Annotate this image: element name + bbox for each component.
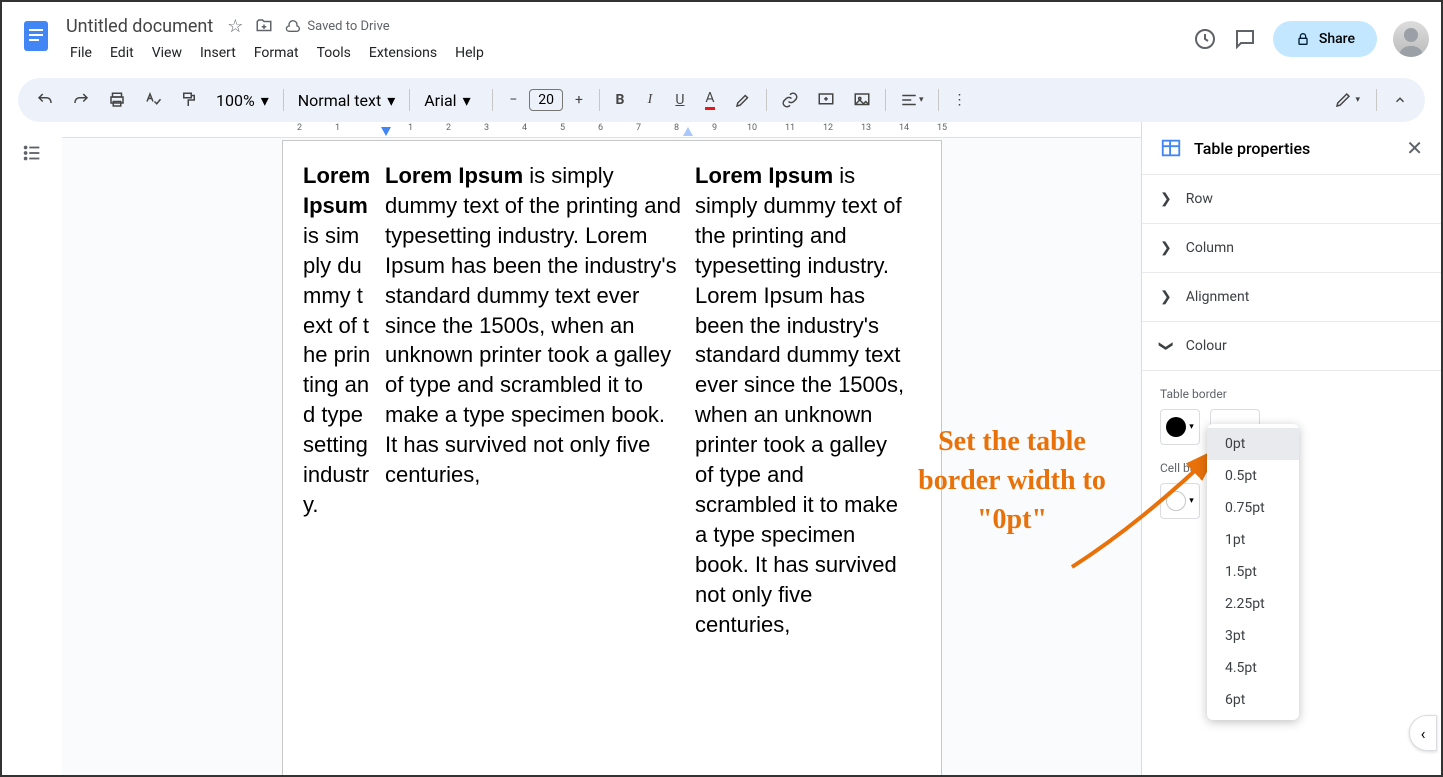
sidebar-title: Table properties	[1194, 139, 1310, 158]
table-border-label: Table border	[1160, 387, 1423, 401]
table-icon	[1160, 137, 1182, 159]
collapse-toolbar-button[interactable]	[1385, 87, 1415, 113]
undo-button[interactable]	[28, 85, 62, 115]
more-button[interactable]: ⋮	[945, 86, 975, 114]
chevron-down-icon: ❯	[1158, 340, 1174, 352]
document-table[interactable]: Lorem Ipsum is simply dummy text of the …	[303, 161, 921, 640]
chevron-down-icon: ▾	[261, 91, 269, 110]
outline-icon[interactable]	[21, 142, 43, 164]
menu-view[interactable]: View	[144, 41, 190, 65]
side-panel-toggle[interactable]: ‹	[1409, 715, 1437, 751]
font-size-decrease[interactable]: −	[499, 86, 527, 114]
insert-image-button[interactable]	[845, 85, 879, 115]
star-icon[interactable]: ☆	[227, 16, 243, 37]
move-icon[interactable]	[255, 17, 273, 35]
underline-button[interactable]: U	[666, 86, 694, 114]
app-header: Untitled document ☆ Saved to Drive File …	[2, 2, 1441, 70]
menu-insert[interactable]: Insert	[192, 41, 244, 65]
border-color-swatch[interactable]: ▾	[1160, 409, 1200, 445]
align-button[interactable]: ▾	[892, 85, 932, 115]
share-button[interactable]: Share	[1273, 21, 1377, 57]
menu-extensions[interactable]: Extensions	[361, 41, 445, 65]
document-page[interactable]: Lorem Ipsum is simply dummy text of the …	[282, 140, 942, 775]
border-width-option[interactable]: 0.5pt	[1207, 460, 1299, 492]
style-dropdown[interactable]: Normal text▾	[290, 87, 403, 114]
border-width-option[interactable]: 6pt	[1207, 684, 1299, 716]
text-color-button[interactable]: A	[696, 84, 724, 116]
menu-help[interactable]: Help	[447, 41, 492, 65]
print-button[interactable]	[100, 85, 134, 115]
chevron-down-icon: ▾	[463, 91, 471, 110]
paint-format-button[interactable]	[172, 85, 206, 115]
toolbar: 100%▾ Normal text▾ Arial▾ − 20 + B I U A…	[18, 78, 1425, 122]
border-width-option[interactable]: 0pt	[1207, 428, 1299, 460]
font-dropdown[interactable]: Arial▾	[416, 87, 486, 114]
add-comment-button[interactable]	[809, 85, 843, 115]
highlight-button[interactable]	[726, 85, 760, 115]
section-alignment[interactable]: ❯Alignment	[1142, 273, 1441, 322]
zoom-dropdown[interactable]: 100%▾	[208, 87, 277, 114]
redo-button[interactable]	[64, 85, 98, 115]
menu-bar: File Edit View Insert Format Tools Exten…	[62, 41, 492, 65]
chevron-right-icon: ❯	[1160, 240, 1172, 256]
docs-logo-icon[interactable]	[18, 18, 54, 54]
section-row[interactable]: ❯Row	[1142, 175, 1441, 224]
table-cell[interactable]: Lorem Ipsum is simply dummy text of the …	[695, 161, 905, 640]
table-cell[interactable]: Lorem Ipsum is simply dummy text of the …	[385, 161, 681, 640]
chevron-right-icon: ❯	[1160, 191, 1172, 207]
section-colour[interactable]: ❯Colour	[1142, 322, 1441, 371]
lock-icon	[1295, 31, 1311, 47]
menu-edit[interactable]: Edit	[102, 41, 142, 65]
logo-area: Untitled document ☆ Saved to Drive File …	[14, 14, 492, 65]
chevron-down-icon: ▾	[387, 91, 395, 110]
left-rail	[2, 122, 62, 775]
account-avatar[interactable]	[1393, 21, 1429, 57]
chevron-left-icon: ‹	[1421, 724, 1426, 743]
italic-button[interactable]: I	[636, 86, 664, 114]
border-width-option[interactable]: 2.25pt	[1207, 588, 1299, 620]
horizontal-ruler[interactable]: 21 1234 5678 9101112 131415	[62, 122, 1141, 138]
comment-icon[interactable]	[1233, 27, 1257, 51]
table-cell[interactable]: Lorem Ipsum is simply dummy text of the …	[303, 161, 371, 640]
close-icon[interactable]: ✕	[1406, 136, 1423, 160]
border-width-option[interactable]: 3pt	[1207, 620, 1299, 652]
insert-link-button[interactable]	[773, 85, 807, 115]
border-width-option[interactable]: 0.75pt	[1207, 492, 1299, 524]
document-title[interactable]: Untitled document	[62, 14, 217, 39]
menu-format[interactable]: Format	[246, 41, 307, 65]
spellcheck-button[interactable]	[136, 85, 170, 115]
font-size-increase[interactable]: +	[565, 86, 593, 114]
section-column[interactable]: ❯Column	[1142, 224, 1441, 273]
border-width-option[interactable]: 4.5pt	[1207, 652, 1299, 684]
bold-button[interactable]: B	[606, 86, 634, 114]
border-width-option[interactable]: 1.5pt	[1207, 556, 1299, 588]
history-icon[interactable]	[1193, 27, 1217, 51]
chevron-right-icon: ❯	[1160, 289, 1172, 305]
font-size-input[interactable]: 20	[529, 89, 563, 111]
saved-status[interactable]: Saved to Drive	[285, 18, 389, 34]
sidebar-header: Table properties ✕	[1142, 122, 1441, 175]
annotation-text: Set the table border width to "0pt"	[902, 422, 1122, 540]
menu-tools[interactable]: Tools	[309, 41, 359, 65]
border-width-menu: 0pt 0.5pt 0.75pt 1pt 1.5pt 2.25pt 3pt 4.…	[1207, 424, 1299, 720]
menu-file[interactable]: File	[62, 41, 100, 65]
editing-mode-button[interactable]: ▾	[1326, 85, 1368, 115]
border-width-option[interactable]: 1pt	[1207, 524, 1299, 556]
